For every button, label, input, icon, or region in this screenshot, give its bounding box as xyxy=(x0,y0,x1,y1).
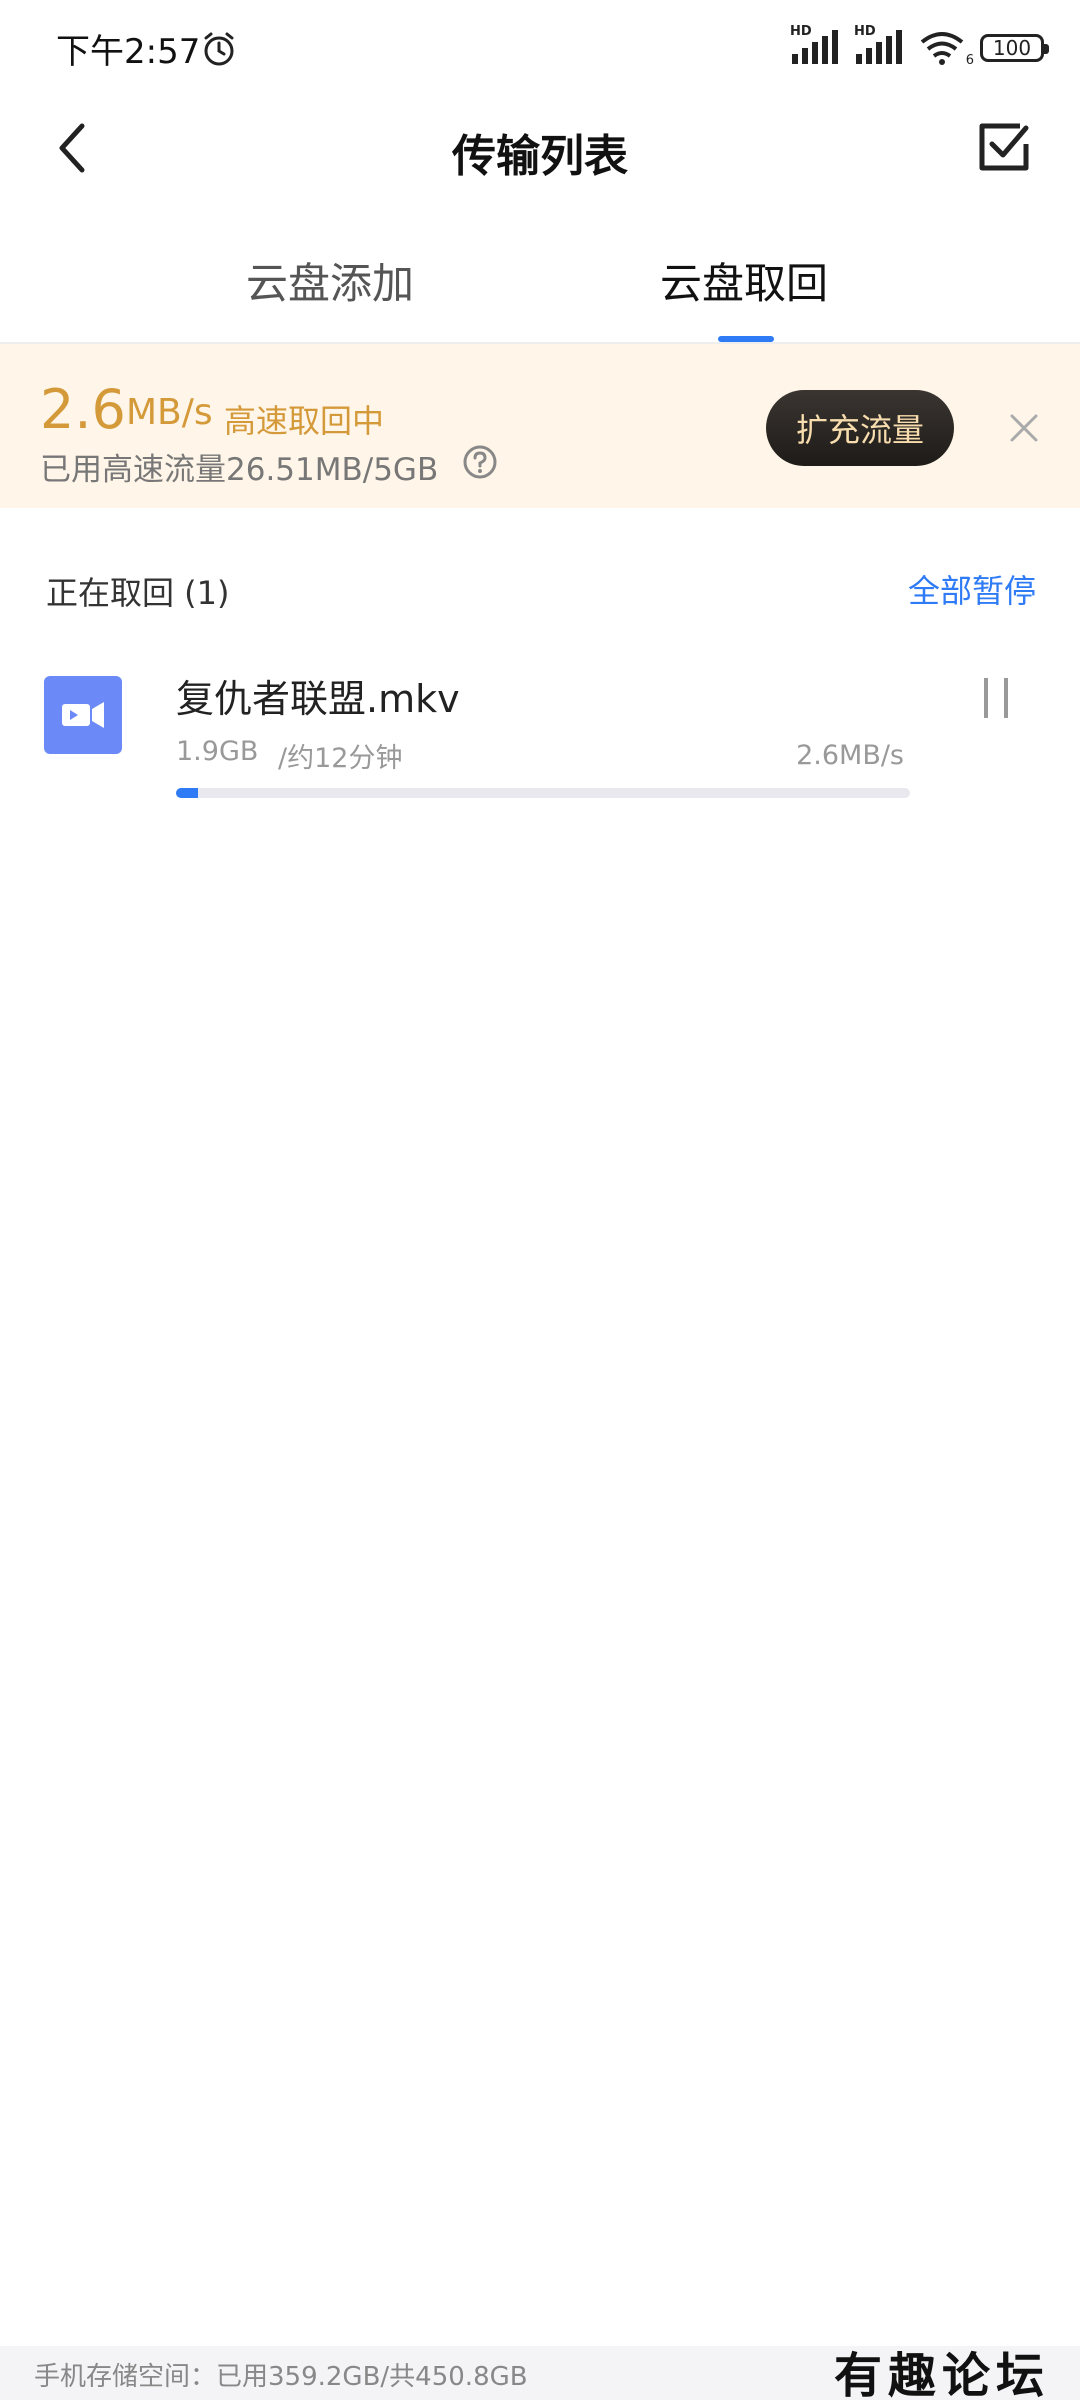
file-size: 1.9GB xyxy=(176,736,259,767)
signal-1: HD xyxy=(790,24,840,66)
progress-fill xyxy=(176,788,199,798)
speed-status: 高速取回中 xyxy=(224,402,385,440)
status-indicators: HD HD 6 100 xyxy=(790,24,1049,70)
usage-text: 已用高速流量26.51MB/5GB xyxy=(40,452,439,488)
progress-bar xyxy=(176,788,910,798)
video-camera-icon xyxy=(62,702,104,728)
select-check-icon[interactable] xyxy=(976,118,1032,174)
video-file-icon xyxy=(44,676,122,754)
expand-traffic-button[interactable]: 扩充流量 xyxy=(766,390,954,466)
wifi: 6 xyxy=(918,30,974,68)
battery-icon: 100 xyxy=(980,34,1049,62)
pause-all-button[interactable]: 全部暂停 xyxy=(908,566,1036,612)
alarm-icon xyxy=(204,32,234,66)
forum-watermark: 有趣论坛 xyxy=(833,2348,1050,2404)
speed-unit: MB/s xyxy=(126,392,213,433)
signal-2: HD xyxy=(854,24,904,66)
speed-value: 2.6 xyxy=(40,378,126,441)
pause-icon[interactable] xyxy=(980,676,1014,720)
file-name[interactable]: 复仇者联盟.mkv xyxy=(176,668,460,723)
page-title: 传输列表 xyxy=(452,131,628,182)
tab-cloud-retrieve[interactable]: 云盘取回 xyxy=(660,250,828,311)
file-speed: 2.6MB/s xyxy=(796,740,904,771)
file-eta: /约12分钟 xyxy=(278,743,403,774)
hd-badge-1: HD xyxy=(790,24,812,39)
close-icon[interactable] xyxy=(1006,410,1042,446)
wifi-label: 6 xyxy=(965,53,974,68)
status-time: 下午2:57 xyxy=(56,32,201,72)
storage-text: 手机存储空间：已用359.2GB/共450.8GB xyxy=(34,2362,528,2392)
tab-cloud-add[interactable]: 云盘添加 xyxy=(246,250,414,311)
hd-badge-2: HD xyxy=(854,24,876,39)
section-title: 正在取回 (1) xyxy=(46,574,230,612)
help-icon[interactable] xyxy=(462,444,498,480)
wifi-icon xyxy=(920,32,964,65)
